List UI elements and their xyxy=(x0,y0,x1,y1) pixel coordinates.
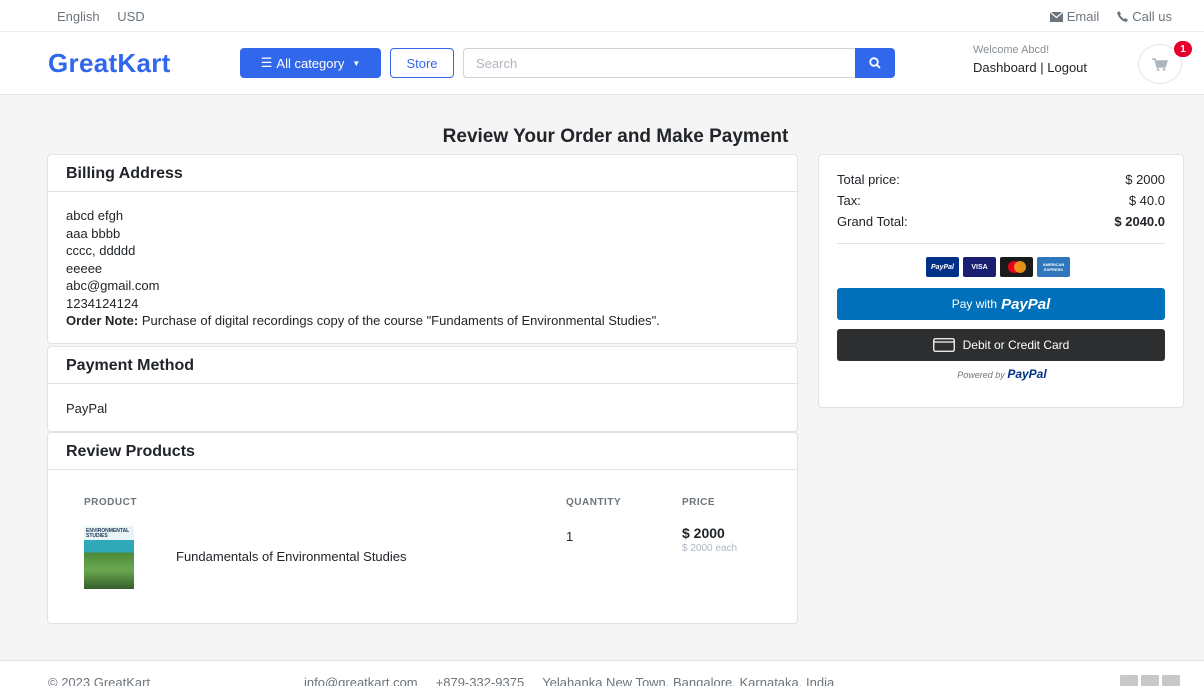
page-title: Review Your Order and Make Payment xyxy=(442,126,789,147)
footer-address: Yelahanka New Town, Bangalore, Karnataka… xyxy=(542,675,835,686)
total-price-value: $ 2000 xyxy=(1125,172,1165,187)
all-category-button[interactable]: ☰ All category ▼ xyxy=(240,48,381,78)
col-quantity: QUANTITY xyxy=(566,497,622,508)
product-image[interactable]: ENVIRONMENTAL STUDIES xyxy=(84,526,134,589)
total-price-label: Total price: xyxy=(837,172,900,187)
email-link[interactable]: Email xyxy=(1049,9,1100,24)
billing-line: cccc, ddddd xyxy=(66,243,136,258)
order-note-text: Purchase of digital recordings copy of t… xyxy=(141,313,660,328)
col-product: PRODUCT xyxy=(84,497,137,508)
payment-method-card: Payment Method PayPal xyxy=(47,346,798,432)
col-price: PRICE xyxy=(682,497,716,508)
logo[interactable]: GreatKart xyxy=(48,48,171,79)
paypal-brand: PayPal xyxy=(1001,295,1051,313)
footer: © 2023 GreatKart info@greatkart.com +879… xyxy=(0,660,1204,686)
pay-with-paypal-button[interactable]: Pay with PayPal xyxy=(837,288,1165,320)
credit-card-icon xyxy=(932,338,955,352)
welcome-text: Welcome Abcd! xyxy=(973,44,1050,56)
visa-icon xyxy=(1120,675,1138,686)
cart-count-badge: 1 xyxy=(1174,41,1192,57)
order-summary-card: Total price: $ 2000 Tax: $ 40.0 Grand To… xyxy=(818,154,1184,408)
tax-value: $ 40.0 xyxy=(1128,193,1165,208)
menu-icon: ☰ xyxy=(260,55,273,70)
user-welcome: Welcome Abcd! Dashboard | Logout xyxy=(973,44,1087,75)
envelope-icon xyxy=(1049,11,1063,22)
currency-selector[interactable]: USD xyxy=(117,9,144,24)
powered-by-paypal: Powered by PayPal xyxy=(819,367,1185,381)
visa-card-icon: VISA xyxy=(963,257,996,277)
billing-line: aaa bbbb xyxy=(66,225,121,241)
order-note-label: Order Note: xyxy=(66,313,139,328)
store-button[interactable]: Store xyxy=(390,48,454,78)
product-price: $ 2000 xyxy=(682,525,725,541)
product-cover-title: ENVIRONMENTAL STUDIES xyxy=(86,528,130,539)
link-separator: | xyxy=(1040,60,1044,75)
powered-paypal-brand: PayPal xyxy=(1007,367,1047,381)
product-name[interactable]: Fundamentals of Environmental Studies xyxy=(176,549,407,564)
search-icon xyxy=(869,57,881,69)
billing-line: eeeee xyxy=(66,260,103,276)
accepted-cards: PayPal VISA AMERICAN EXPRESS xyxy=(926,257,1070,277)
payment-method-value: PayPal xyxy=(66,401,108,416)
footer-copyright: © 2023 GreatKart xyxy=(48,675,151,686)
call-label: Call us xyxy=(1132,9,1172,24)
search-button[interactable] xyxy=(855,48,895,78)
paypal-card-icon: PayPal xyxy=(926,257,959,277)
search-input[interactable] xyxy=(463,48,855,78)
grand-total-value: $ 2040.0 xyxy=(1114,214,1165,229)
debit-credit-card-button[interactable]: Debit or Credit Card xyxy=(837,329,1165,361)
caret-down-icon: ▼ xyxy=(352,58,361,68)
footer-payment-icons xyxy=(1120,675,1180,686)
pay-with-label: Pay with xyxy=(951,297,998,311)
powered-by-label: Powered by xyxy=(957,370,1005,380)
header: GreatKart ☰ All category ▼ Store Welcome… xyxy=(0,32,1204,95)
billing-address-title: Billing Address xyxy=(48,155,797,192)
product-quantity: 1 xyxy=(566,529,574,544)
call-link[interactable]: Call us xyxy=(1117,9,1172,24)
all-category-label: All category xyxy=(276,55,345,71)
amex-card-icon: AMERICAN EXPRESS xyxy=(1037,257,1070,277)
billing-line: abc@gmail.com xyxy=(66,278,160,293)
review-products-card: Review Products PRODUCT QUANTITY PRICE E… xyxy=(47,432,798,624)
mastercard-icon xyxy=(1162,675,1180,686)
tax-label: Tax: xyxy=(837,193,861,208)
footer-email[interactable]: info@greatkart.com xyxy=(304,675,418,686)
billing-address-card: Billing Address abcd efgh aaa bbbb cccc,… xyxy=(47,154,798,344)
billing-line: abcd efgh xyxy=(66,208,124,223)
paypal-icon xyxy=(1141,675,1159,686)
dashboard-link[interactable]: Dashboard xyxy=(973,60,1037,75)
product-unit-price: $ 2000 each xyxy=(682,543,738,554)
grand-total-label: Grand Total: xyxy=(837,214,908,229)
phone-icon xyxy=(1117,11,1129,22)
top-bar: English USD Email Call us xyxy=(0,0,1204,32)
language-selector[interactable]: English xyxy=(57,9,100,24)
email-label: Email xyxy=(1066,9,1100,24)
footer-phone[interactable]: +879-332-9375 xyxy=(436,675,525,686)
mastercard-icon xyxy=(1000,257,1033,277)
logout-link[interactable]: Logout xyxy=(1047,60,1087,75)
billing-line: 1234124124 xyxy=(66,295,139,311)
review-products-title: Review Products xyxy=(48,433,797,470)
cart-icon xyxy=(1152,57,1168,71)
order-note: Order Note: Purchase of digital recordin… xyxy=(66,312,779,330)
payment-method-title: Payment Method xyxy=(48,347,797,384)
summary-divider xyxy=(837,243,1165,244)
debit-credit-label: Debit or Credit Card xyxy=(962,338,1070,352)
